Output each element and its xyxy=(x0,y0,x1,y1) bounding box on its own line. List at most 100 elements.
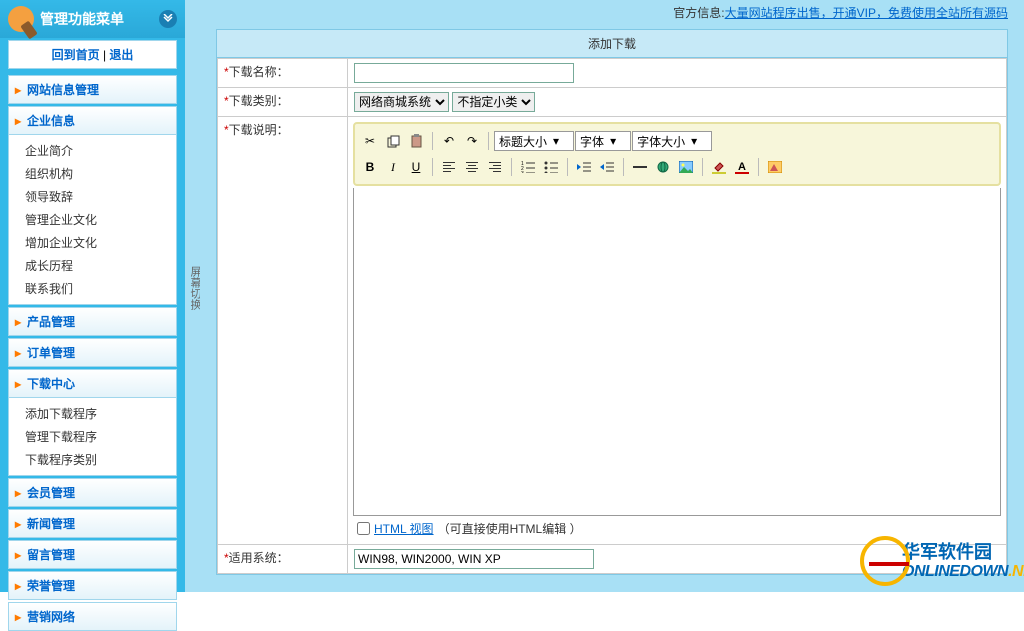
outdent-icon[interactable] xyxy=(573,156,595,178)
svg-text:A: A xyxy=(738,161,746,173)
main-area: 官方信息:大量网站程序出售，开通VIP，免费使用全站所有源码 添加下载 *下载名… xyxy=(200,0,1024,592)
brush-icon xyxy=(8,6,34,32)
arrow-icon: ▸ xyxy=(15,346,21,360)
announcement-bar: 官方信息:大量网站程序出售，开通VIP，免费使用全站所有源码 xyxy=(200,0,1024,25)
unordered-list-icon[interactable] xyxy=(540,156,562,178)
nav-sep: | xyxy=(103,48,106,62)
indent-icon[interactable] xyxy=(596,156,618,178)
undo-icon[interactable]: ↶ xyxy=(438,130,460,152)
menu-head-3[interactable]: ▸ 订单管理 xyxy=(8,338,177,367)
watermark-cn: 华军软件园 xyxy=(902,543,1024,563)
menu-head-8[interactable]: ▸ 荣誉管理 xyxy=(8,571,177,600)
arrow-icon: ▸ xyxy=(15,548,21,562)
menu-label: 荣誉管理 xyxy=(27,577,75,594)
menu-label: 营销网络 xyxy=(27,608,75,625)
sidebar-title: 管理功能菜单 xyxy=(40,9,159,29)
category-sub-select[interactable]: 不指定小类 xyxy=(452,92,535,112)
home-link[interactable]: 回到首页 xyxy=(52,48,100,62)
size-select[interactable]: 字体大小 ▾ xyxy=(632,131,712,151)
name-input[interactable] xyxy=(354,63,574,83)
menu-item[interactable]: 管理下载程序 xyxy=(9,425,176,448)
menu-head-5[interactable]: ▸ 会员管理 xyxy=(8,478,177,507)
arrow-icon: ▸ xyxy=(15,610,21,624)
arrow-icon: ▸ xyxy=(15,579,21,593)
menu-head-4[interactable]: ▸ 下载中心 xyxy=(8,369,177,398)
menu-item[interactable]: 增加企业文化 xyxy=(9,231,176,254)
announcement-prefix: 官方信息: xyxy=(673,6,724,20)
arrow-icon: ▸ xyxy=(15,83,21,97)
menu-label: 下载中心 xyxy=(27,375,75,392)
form-panel: 添加下载 *下载名称： *下载类别： 网络商城系统 不指定小类 *下载说明： xyxy=(216,29,1008,575)
menu-head-0[interactable]: ▸ 网站信息管理 xyxy=(8,75,177,104)
arrow-icon: ▸ xyxy=(15,517,21,531)
align-left-icon[interactable] xyxy=(438,156,460,178)
cut-icon[interactable]: ✂ xyxy=(359,130,381,152)
image-icon[interactable] xyxy=(675,156,697,178)
menu-head-6[interactable]: ▸ 新闻管理 xyxy=(8,509,177,538)
system-input[interactable] xyxy=(354,549,594,569)
menu-item[interactable]: 下载程序类别 xyxy=(9,448,176,471)
align-right-icon[interactable] xyxy=(484,156,506,178)
menu-item[interactable]: 成长历程 xyxy=(9,254,176,277)
logout-link[interactable]: 退出 xyxy=(109,48,133,62)
swoosh-icon xyxy=(860,536,910,586)
bgcolor-icon[interactable] xyxy=(708,156,730,178)
top-nav: 回到首页 | 退出 xyxy=(8,40,177,69)
heading-select[interactable]: 标题大小 ▾ xyxy=(494,131,574,151)
menu-head-7[interactable]: ▸ 留言管理 xyxy=(8,540,177,569)
announcement-link[interactable]: 大量网站程序出售，开通VIP，免费使用全站所有源码 xyxy=(725,6,1008,20)
arrow-icon: ▸ xyxy=(15,114,21,128)
menu-head-2[interactable]: ▸ 产品管理 xyxy=(8,307,177,336)
menu-label: 网站信息管理 xyxy=(27,81,99,98)
menu-head-1[interactable]: ▸ 企业信息 xyxy=(8,106,177,135)
divider-column: 屏幕切换 xyxy=(185,0,200,592)
arrow-icon: ▸ xyxy=(15,315,21,329)
html-view-link[interactable]: HTML 视图 xyxy=(374,520,434,537)
arrow-icon: ▸ xyxy=(15,486,21,500)
desc-label: 下载说明： xyxy=(229,123,289,137)
menu-label: 留言管理 xyxy=(27,546,75,563)
watermark-en: ONLINEDOWN.NET xyxy=(902,563,1024,581)
menu-item[interactable]: 企业简介 xyxy=(9,139,176,162)
html-hint: （可直接使用HTML编辑 ） xyxy=(438,520,582,537)
menu-label: 会员管理 xyxy=(27,484,75,501)
watermark-logo: 华军软件园 ONLINEDOWN.NET xyxy=(854,532,1024,592)
menu-label: 企业信息 xyxy=(27,112,75,129)
menu-label: 订单管理 xyxy=(27,344,75,361)
special-icon[interactable] xyxy=(764,156,786,178)
redo-icon[interactable]: ↷ xyxy=(461,130,483,152)
menu-item[interactable]: 管理企业文化 xyxy=(9,208,176,231)
menu-label: 产品管理 xyxy=(27,313,75,330)
copy-icon[interactable] xyxy=(382,130,404,152)
panel-title: 添加下载 xyxy=(217,30,1007,58)
fontcolor-icon[interactable]: A xyxy=(731,156,753,178)
menu-item[interactable]: 组织机构 xyxy=(9,162,176,185)
category-main-select[interactable]: 网络商城系统 xyxy=(354,92,449,112)
link-icon[interactable] xyxy=(652,156,674,178)
svg-text:3: 3 xyxy=(521,171,524,173)
bold-icon[interactable]: B xyxy=(359,156,381,178)
hr-icon[interactable] xyxy=(629,156,651,178)
menu-label: 新闻管理 xyxy=(27,515,75,532)
sidebar-header: 管理功能菜单 xyxy=(0,0,185,38)
system-label: 适用系统： xyxy=(229,551,289,565)
menu-item[interactable]: 添加下载程序 xyxy=(9,402,176,425)
html-view-checkbox[interactable] xyxy=(357,522,370,535)
sidebar: 管理功能菜单 回到首页 | 退出 ▸ 网站信息管理 ▸ 企业信息企业简介组织机构领导致… xyxy=(0,0,185,592)
arrow-icon: ▸ xyxy=(15,377,21,391)
italic-icon[interactable]: I xyxy=(382,156,404,178)
paste-icon[interactable] xyxy=(405,130,427,152)
editor-toolbar: ✂ ↶ ↷ 标题大小 ▾ 字体 ▾ 字体大小 ▾ xyxy=(353,122,1001,186)
collapse-icon[interactable] xyxy=(159,10,177,28)
rich-editor: ✂ ↶ ↷ 标题大小 ▾ 字体 ▾ 字体大小 ▾ xyxy=(351,122,1003,541)
name-label: 下载名称： xyxy=(229,65,289,79)
align-center-icon[interactable] xyxy=(461,156,483,178)
editor-body[interactable] xyxy=(353,188,1001,516)
font-select[interactable]: 字体 ▾ xyxy=(575,131,631,151)
category-label: 下载类别： xyxy=(229,94,289,108)
menu-item[interactable]: 联系我们 xyxy=(9,277,176,300)
menu-head-9[interactable]: ▸ 营销网络 xyxy=(8,602,177,631)
menu-item[interactable]: 领导致辞 xyxy=(9,185,176,208)
underline-icon[interactable]: U xyxy=(405,156,427,178)
ordered-list-icon[interactable]: 123 xyxy=(517,156,539,178)
